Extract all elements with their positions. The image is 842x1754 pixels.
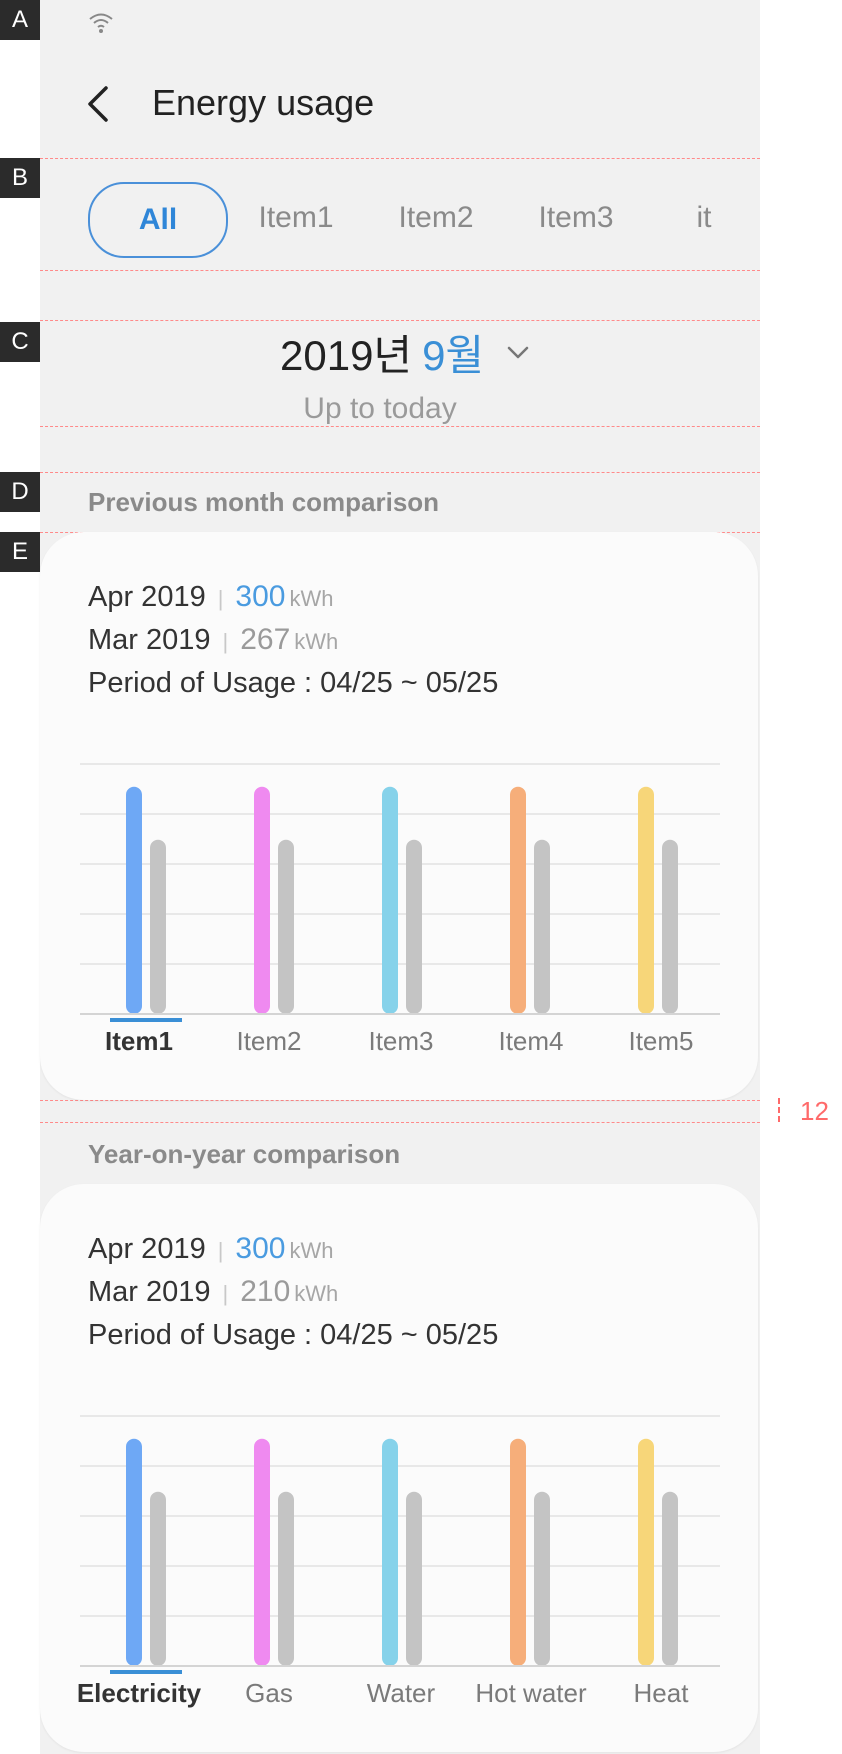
category-tab-electricity[interactable]: Electricity xyxy=(74,1678,204,1709)
bar-previous-4 xyxy=(662,839,678,1014)
previous-usage-value: 210 xyxy=(240,1275,291,1308)
period-subtitle: Up to today xyxy=(303,392,457,425)
guide-line xyxy=(40,472,760,473)
spacing-label: 12 xyxy=(800,1096,829,1126)
annotation-e: E xyxy=(0,532,40,572)
bar-current-3 xyxy=(510,1438,526,1666)
tab-item3[interactable]: Item3 xyxy=(516,182,636,254)
bar-previous-4 xyxy=(662,1491,678,1666)
annotation-c: C xyxy=(0,322,40,362)
separator: | xyxy=(222,1281,229,1306)
bar-current-1 xyxy=(254,1438,270,1666)
section-heading-year-on-year: Year-on-year comparison xyxy=(88,1139,401,1169)
section-heading-previous-month: Previous month comparison xyxy=(88,487,440,517)
bar-previous-1 xyxy=(278,839,294,1014)
active-category-underline xyxy=(110,1018,182,1022)
back-arrow-icon[interactable] xyxy=(84,84,114,124)
guide-line xyxy=(40,1100,760,1101)
current-usage-row: Apr 2019 | 300 kWh xyxy=(88,580,333,614)
guide-line xyxy=(40,426,760,427)
separator: | xyxy=(217,1238,224,1263)
annotation-d: D xyxy=(0,472,40,512)
tab-all[interactable]: All xyxy=(88,182,228,258)
separator: | xyxy=(217,586,224,611)
category-tab-item2[interactable]: Item2 xyxy=(204,1026,334,1057)
category-tab-item5[interactable]: Item5 xyxy=(596,1026,726,1057)
bar-current-0 xyxy=(126,786,142,1014)
period-of-usage: Period of Usage : 04/25 ~ 05/25 xyxy=(88,1319,499,1351)
tab-item1[interactable]: Item1 xyxy=(236,182,356,254)
category-tab-water[interactable]: Water xyxy=(336,1678,466,1709)
tab-item2[interactable]: Item2 xyxy=(376,182,496,254)
previous-month-label: Mar 2019 xyxy=(88,624,211,656)
bar-previous-0 xyxy=(150,839,166,1014)
annotation-b: B xyxy=(0,158,40,198)
year-on-year-card: Apr 2019 | 300 kWh Mar 2019 | 210 kWh Pe… xyxy=(40,1184,758,1752)
chevron-down-icon xyxy=(507,346,529,359)
month-selector[interactable]: 2019년 9월 xyxy=(280,322,530,382)
annotation-a: A xyxy=(0,0,40,40)
bar-chart-year-on-year xyxy=(80,1415,720,1674)
month-label: 9월 xyxy=(422,331,485,379)
current-usage-row: Apr 2019 | 300 kWh xyxy=(88,1232,333,1266)
bar-previous-2 xyxy=(406,839,422,1014)
usage-unit: kWh xyxy=(289,586,334,611)
usage-unit: kWh xyxy=(294,1281,339,1306)
bar-current-1 xyxy=(254,786,270,1014)
bar-current-0 xyxy=(126,1438,142,1666)
bar-previous-3 xyxy=(534,1491,550,1666)
usage-unit: kWh xyxy=(289,1238,334,1263)
current-usage-value: 300 xyxy=(235,1232,286,1265)
bar-current-2 xyxy=(382,786,398,1014)
current-usage-value: 300 xyxy=(235,580,286,613)
wifi-icon xyxy=(89,13,113,33)
bar-current-2 xyxy=(382,1438,398,1666)
current-month-label: Apr 2019 xyxy=(88,1233,206,1265)
current-month-label: Apr 2019 xyxy=(88,581,206,613)
category-tab-hot-water[interactable]: Hot water xyxy=(466,1678,596,1709)
category-tab-gas[interactable]: Gas xyxy=(204,1678,334,1709)
bar-previous-2 xyxy=(406,1491,422,1666)
usage-unit: kWh xyxy=(294,629,339,654)
category-tab-item3[interactable]: Item3 xyxy=(336,1026,466,1057)
bar-current-4 xyxy=(638,1438,654,1666)
bar-current-4 xyxy=(638,786,654,1014)
previous-usage-row: Mar 2019 | 210 kWh xyxy=(88,1275,338,1309)
spacing-marker xyxy=(778,1098,784,1122)
guide-line xyxy=(40,270,760,271)
previous-usage-row: Mar 2019 | 267 kWh xyxy=(88,623,338,657)
separator: | xyxy=(222,629,229,654)
page-title: Energy usage xyxy=(152,82,375,123)
guide-line xyxy=(40,1122,760,1123)
period-of-usage: Period of Usage : 04/25 ~ 05/25 xyxy=(88,667,499,699)
category-tab-heat[interactable]: Heat xyxy=(596,1678,726,1709)
year-label: 2019년 xyxy=(280,331,413,379)
bar-previous-1 xyxy=(278,1491,294,1666)
bar-previous-0 xyxy=(150,1491,166,1666)
bar-current-3 xyxy=(510,786,526,1014)
bar-previous-3 xyxy=(534,839,550,1014)
category-tab-item4[interactable]: Item4 xyxy=(466,1026,596,1057)
previous-usage-value: 267 xyxy=(240,623,291,656)
category-tab-item1[interactable]: Item1 xyxy=(74,1026,204,1057)
tab-item4-partial[interactable]: it xyxy=(684,182,724,254)
guide-line xyxy=(40,158,760,159)
active-category-underline xyxy=(110,1670,182,1674)
previous-month-label: Mar 2019 xyxy=(88,1276,211,1308)
bar-chart-previous-month xyxy=(80,763,720,1022)
previous-month-card: Apr 2019 | 300 kWh Mar 2019 | 267 kWh Pe… xyxy=(40,532,758,1100)
